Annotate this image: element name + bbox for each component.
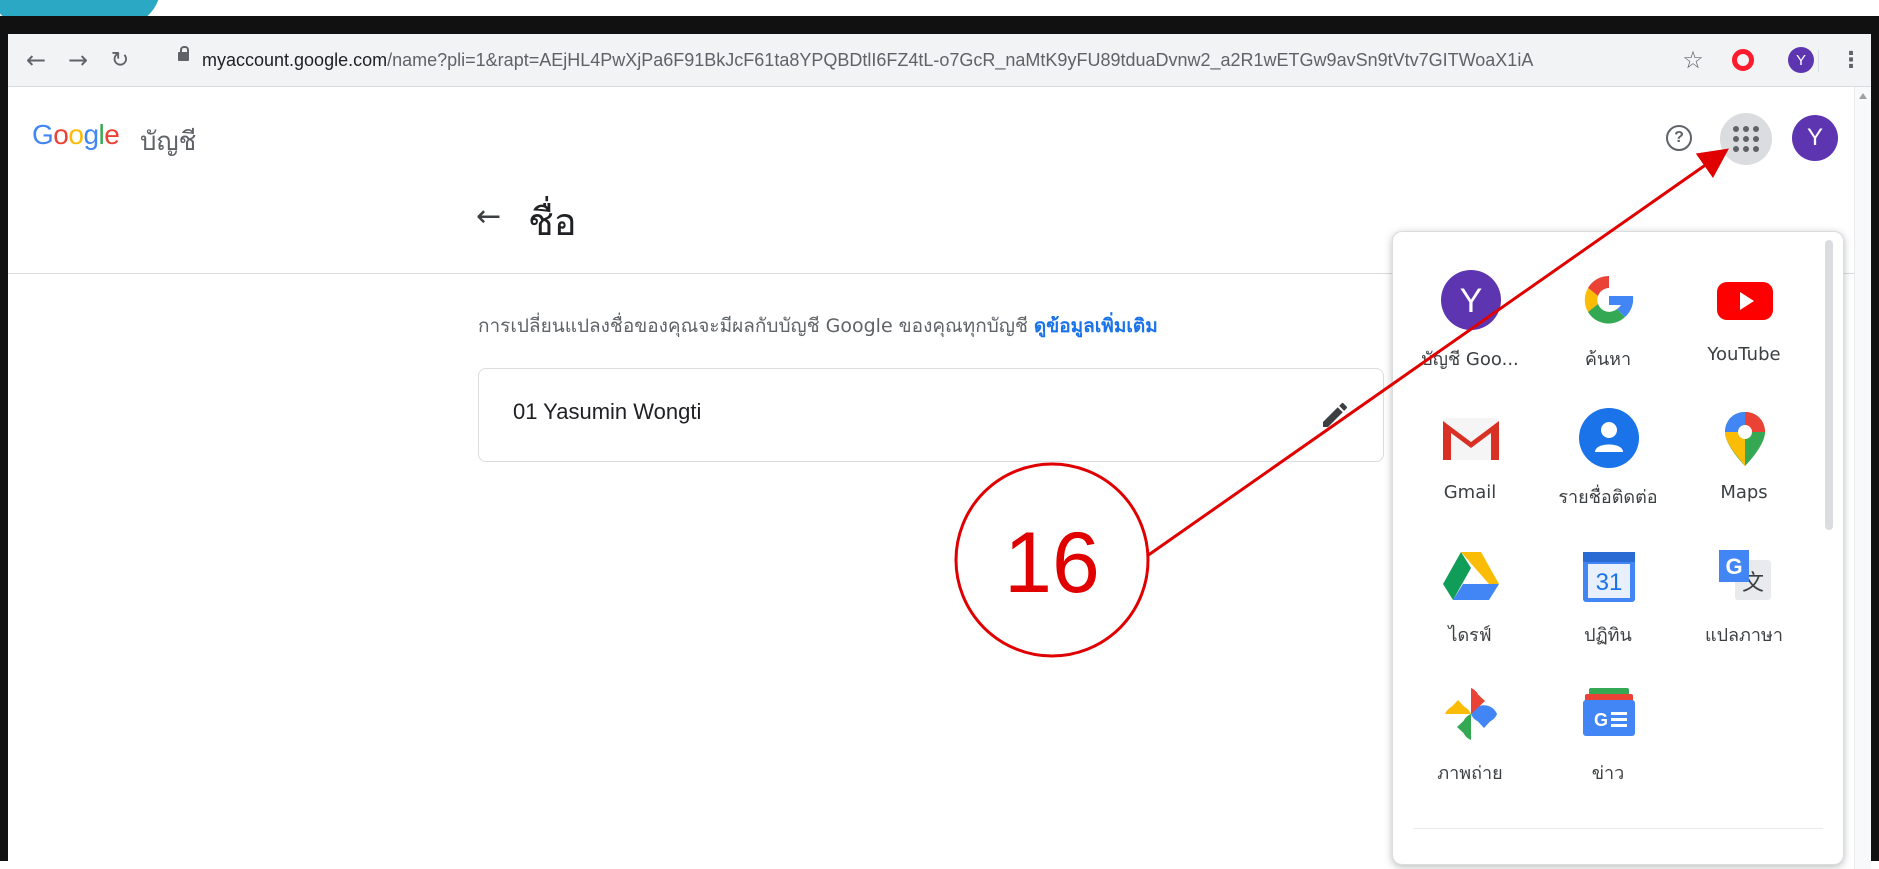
youtube-icon <box>1717 282 1773 320</box>
logo-letter: G <box>32 119 54 150</box>
app-drive[interactable]: ไดรฟ์ <box>1405 538 1535 658</box>
gmail-icon <box>1443 418 1499 460</box>
bookmark-star-icon[interactable]: ☆ <box>1678 45 1708 75</box>
name-value: 01 Yasumin Wongti <box>513 399 702 424</box>
profile-avatar: Y <box>1788 47 1814 73</box>
app-label: แปลภาษา <box>1704 625 1783 646</box>
app-label: ข่าว <box>1591 763 1625 784</box>
news-icon: G <box>1583 688 1635 736</box>
address-bar[interactable]: myaccount.google.com/name?pli=1&rapt=AEj… <box>156 40 1564 80</box>
logo-letter: o <box>53 119 69 150</box>
app-label: ปฏิทิน <box>1584 625 1632 646</box>
apps-dot <box>1733 136 1739 142</box>
reload-icon[interactable]: ↻ <box>106 46 134 74</box>
app-contacts[interactable]: รายชื่อติดต่อ <box>1543 400 1673 520</box>
translate-icon: 文 G <box>1719 550 1771 600</box>
slide-background <box>0 0 1879 16</box>
app-label: ภาพถ่าย <box>1437 763 1503 784</box>
apps-launcher-button[interactable] <box>1720 113 1772 165</box>
apps-dot <box>1753 146 1759 152</box>
apps-dot <box>1733 146 1739 152</box>
scroll-up-icon[interactable] <box>1859 93 1867 99</box>
url-host: myaccount.google.com <box>202 50 388 70</box>
apps-dot <box>1743 136 1749 142</box>
name-description: การเปลี่ยนแปลงชื่อของคุณจะมีผลกับบัญชี G… <box>478 311 1158 341</box>
back-nav-icon[interactable]: ← <box>22 46 50 74</box>
app-youtube[interactable]: YouTube <box>1679 262 1809 382</box>
panel-divider <box>1413 828 1823 829</box>
page-scrollbar[interactable] <box>1854 87 1871 869</box>
photos-icon <box>1445 688 1497 740</box>
profile-button[interactable]: Y <box>1786 45 1816 75</box>
app-account[interactable]: Y บัญชี Goo... <box>1405 262 1535 382</box>
google-logo[interactable]: Google <box>32 119 120 151</box>
app-label: YouTube <box>1707 344 1781 365</box>
svg-text:G: G <box>1725 554 1742 579</box>
app-gmail[interactable]: Gmail <box>1405 400 1535 520</box>
browser-toolbar: ← → ↻ myaccount.google.com/name?pli=1&ra… <box>8 34 1871 87</box>
app-label: Gmail <box>1443 482 1497 503</box>
app-label: ค้นหา <box>1584 349 1632 370</box>
app-label: บัญชี Goo... <box>1421 349 1519 370</box>
app-photos[interactable]: ภาพถ่าย <box>1405 676 1535 796</box>
back-arrow-icon[interactable]: ← <box>476 199 501 234</box>
account-avatar[interactable]: Y <box>1792 115 1838 161</box>
panel-scrollbar[interactable] <box>1825 240 1833 530</box>
svg-text:G: G <box>1594 710 1608 730</box>
calendar-icon: 31 <box>1583 552 1635 602</box>
logo-letter: g <box>83 119 99 150</box>
logo-letter: o <box>68 119 84 150</box>
page-title: ชื่อ <box>528 200 577 244</box>
apps-dot <box>1733 126 1739 132</box>
app-label: Maps <box>1720 482 1768 503</box>
app-translate[interactable]: 文 G แปลภาษา <box>1679 538 1809 658</box>
drive-icon <box>1443 552 1499 600</box>
learn-more-link[interactable]: ดูข้อมูลเพิ่มเติม <box>1034 315 1158 337</box>
name-card[interactable]: 01 Yasumin Wongti <box>478 368 1384 462</box>
browser-menu-icon[interactable]: ⋮ <box>1836 45 1866 75</box>
app-maps[interactable]: Maps <box>1679 400 1809 520</box>
apps-dot <box>1743 126 1749 132</box>
contacts-icon <box>1579 408 1639 468</box>
screenshot-frame: ← → ↻ myaccount.google.com/name?pli=1&ra… <box>0 16 1879 869</box>
app-search[interactable]: ค้นหา <box>1543 262 1673 382</box>
url-text[interactable]: myaccount.google.com/name?pli=1&rapt=AEj… <box>202 50 1533 71</box>
page-content: Google บัญชี ? Y ← ชื่อ การเปลี่ยนแปลงชื… <box>8 87 1855 869</box>
maps-icon <box>1725 412 1765 466</box>
help-icon[interactable]: ? <box>1666 125 1692 151</box>
app-label: ไดรฟ์ <box>1448 625 1492 646</box>
apps-dot <box>1743 146 1749 152</box>
lock-icon <box>178 46 189 61</box>
account-icon: Y <box>1441 270 1501 330</box>
apps-dot <box>1753 136 1759 142</box>
url-path: /name?pli=1&rapt=AEjHL4PwXjPa6F91BkJcF61… <box>387 50 1534 70</box>
apps-launcher-panel: Y บัญชี Goo... ค้นหา YouTube Gmail รายชื… <box>1392 231 1844 865</box>
google-search-icon <box>1584 275 1634 324</box>
browser-window: ← → ↻ myaccount.google.com/name?pli=1&ra… <box>8 34 1871 869</box>
app-label: รายชื่อติดต่อ <box>1558 487 1658 508</box>
app-calendar[interactable]: 31 ปฏิทิน <box>1543 538 1673 658</box>
logo-letter: e <box>104 119 120 150</box>
apps-dot <box>1753 126 1759 132</box>
calendar-icon-date: 31 <box>1596 569 1623 596</box>
account-icon-letter: Y <box>1460 282 1483 320</box>
google-header: Google บัญชี ? Y <box>8 87 1855 169</box>
toolbar-divider <box>1818 50 1819 72</box>
edit-pencil-icon[interactable] <box>1319 399 1351 431</box>
forward-nav-icon[interactable]: → <box>64 46 92 74</box>
product-name: บัญชี <box>140 127 197 157</box>
app-news[interactable]: G ข่าว <box>1543 676 1673 796</box>
opera-extension-icon[interactable] <box>1728 45 1758 75</box>
description-text: การเปลี่ยนแปลงชื่อของคุณจะมีผลกับบัญชี G… <box>478 315 1028 337</box>
